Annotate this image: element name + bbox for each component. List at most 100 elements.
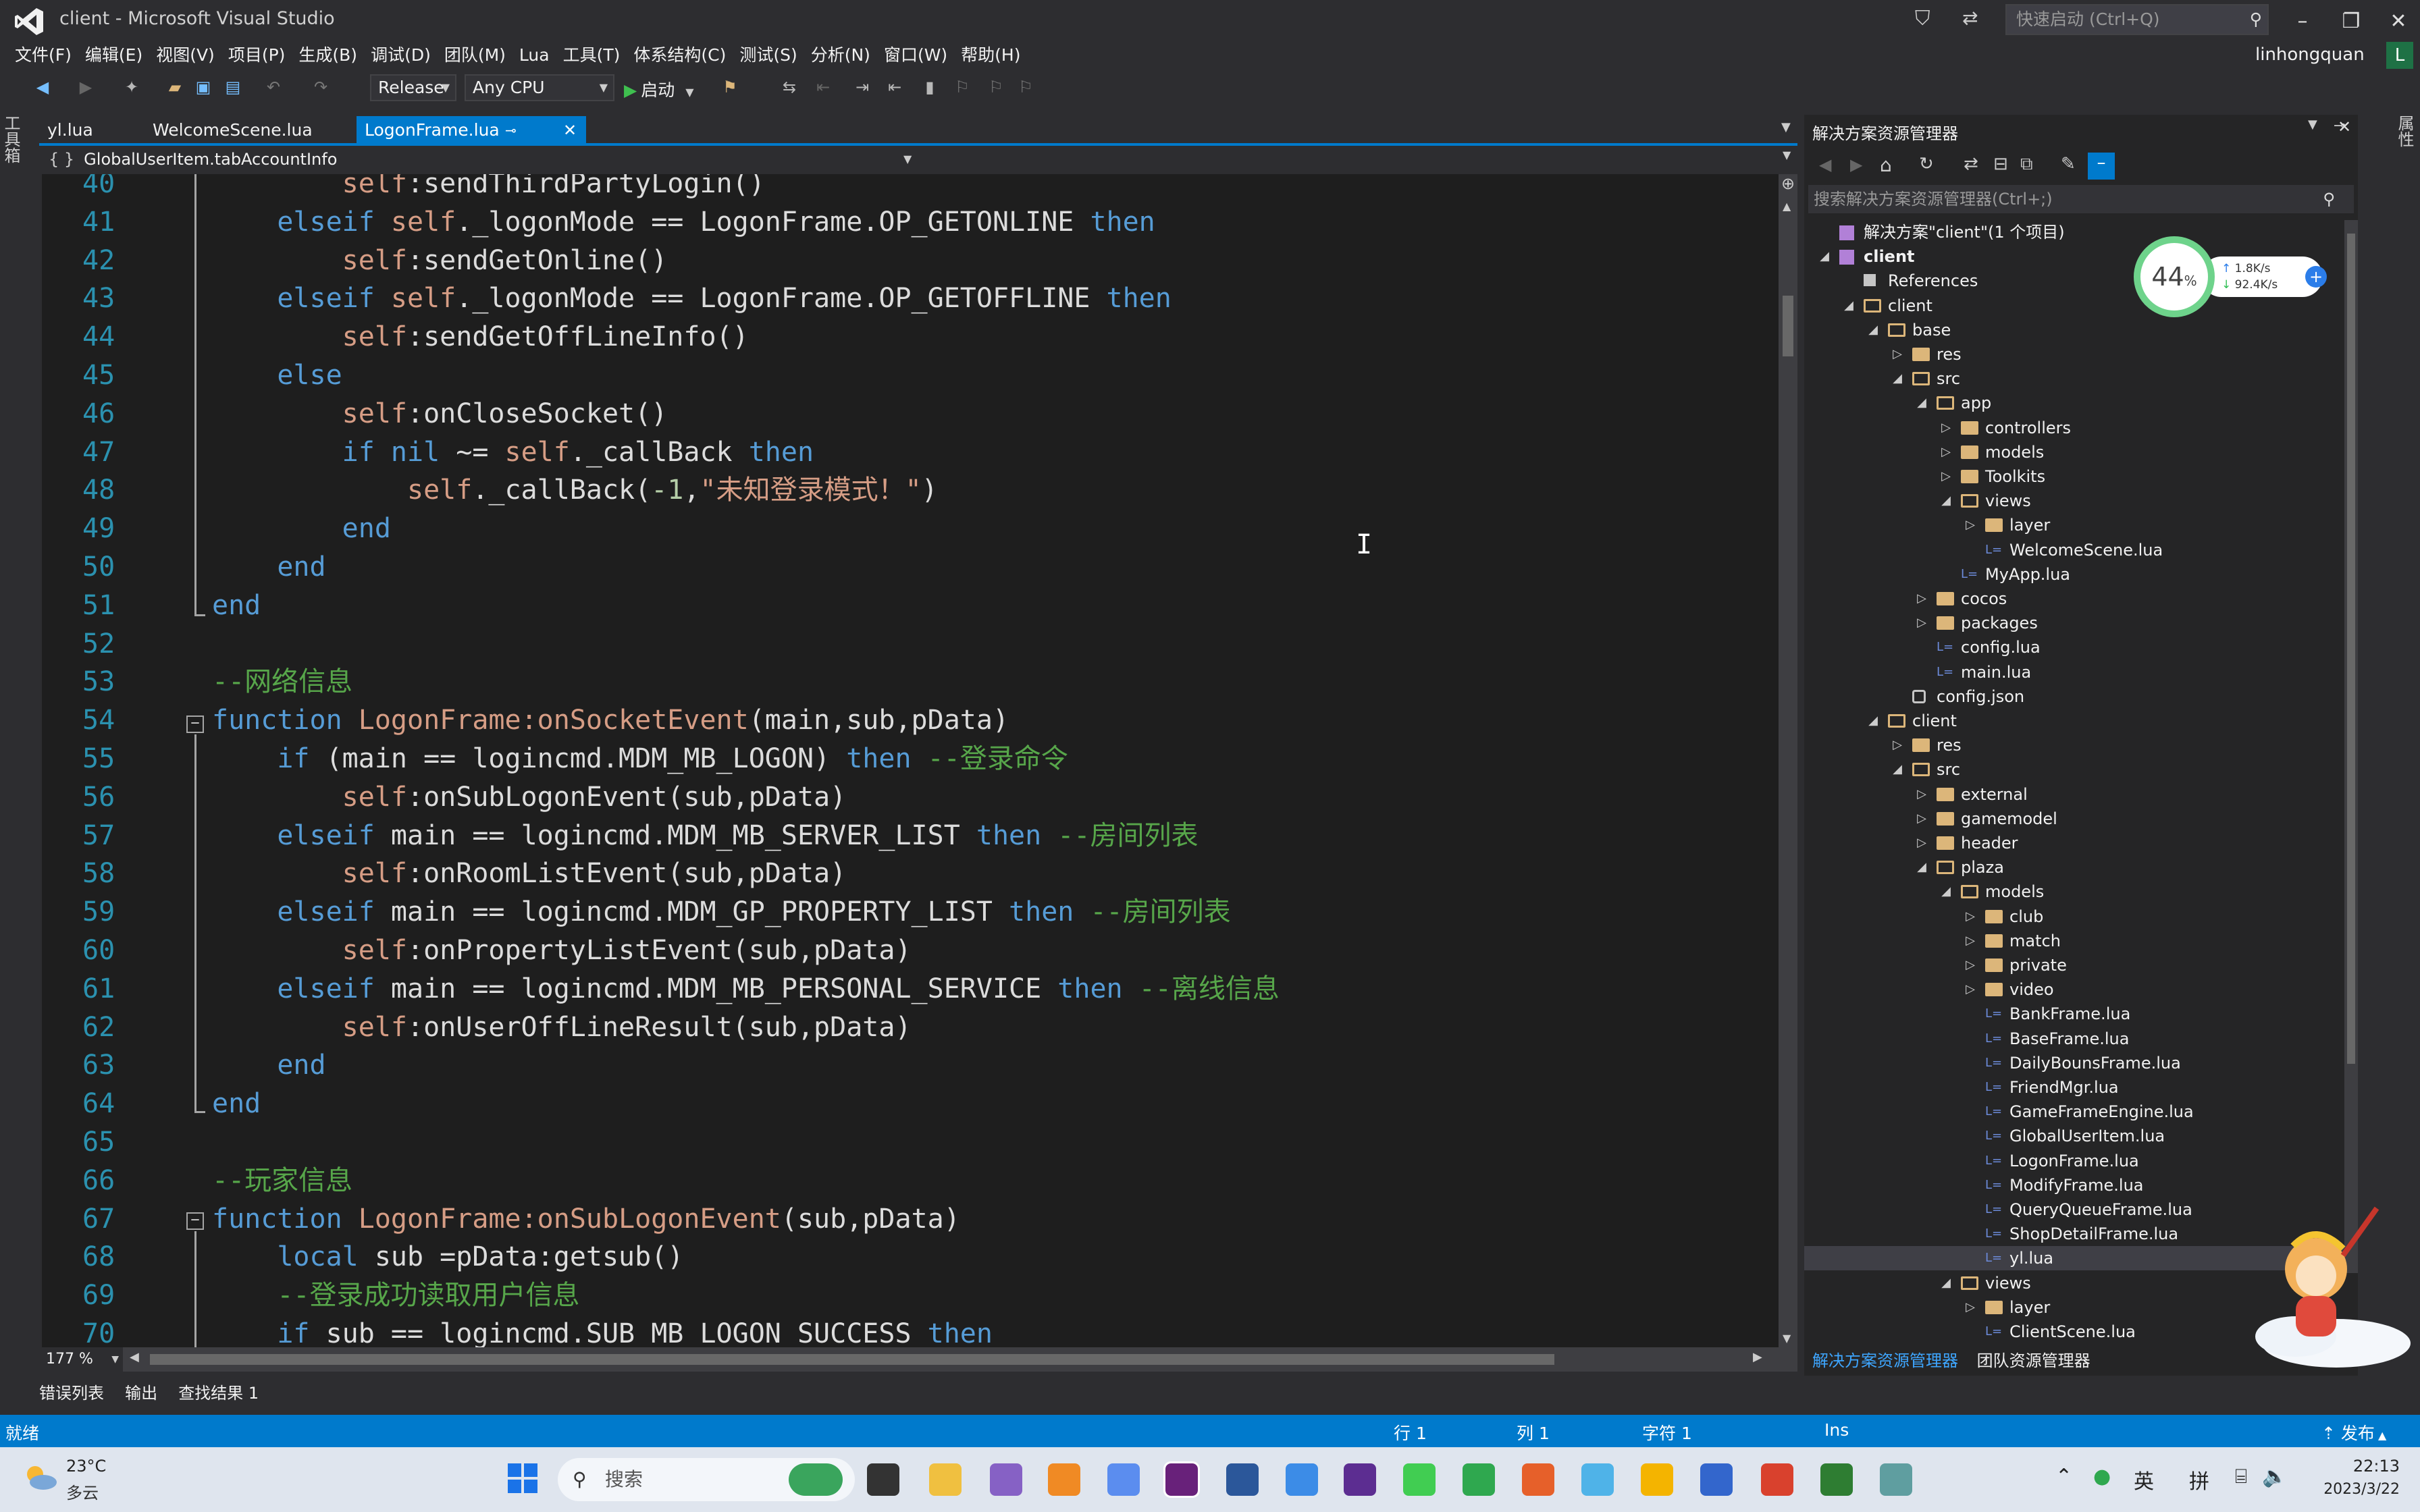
tab-welcome-scene[interactable]: WelcomeScene.lua [144, 116, 388, 144]
scroll-thumb[interactable] [2347, 234, 2355, 1064]
tree-item[interactable]: ▷ res [1804, 342, 2355, 367]
menu-item[interactable]: 帮助(H) [961, 43, 1020, 68]
code-line[interactable]: 67 function LogonFrame:onSubLogonEvent(su… [42, 1200, 1779, 1238]
undo-icon[interactable]: ↶ [263, 77, 284, 97]
tree-item[interactable]: ◢ base [1804, 318, 2355, 342]
expanded-arrow-icon[interactable]: ◢ [1939, 1271, 1953, 1295]
code-line[interactable]: 70 if sub == logincmd.SUB_MB_LOGON_SUCCE… [42, 1315, 1779, 1347]
weather-description[interactable]: 多云 [66, 1480, 99, 1503]
tree-item[interactable]: ▷ header [1804, 831, 2355, 855]
tab-overflow-icon[interactable]: ▼ [1781, 120, 1791, 134]
code-line[interactable]: 55 if (main == logincmd.MDM_MB_LOGON) th… [42, 740, 1779, 778]
tab-yl-lua[interactable]: yl.lua [39, 116, 140, 144]
expanded-arrow-icon[interactable]: ◢ [1866, 709, 1880, 733]
tab-team-explorer[interactable]: 团队资源管理器 [1977, 1351, 2090, 1370]
qt-creator-icon[interactable] [1403, 1463, 1436, 1496]
tab-output[interactable]: 输出 [125, 1384, 157, 1403]
pin-icon[interactable]: ⊸ [505, 116, 517, 144]
open-file-icon[interactable]: ▰ [165, 77, 185, 97]
expanded-arrow-icon[interactable]: ◢ [1915, 391, 1928, 415]
tree-item[interactable]: ◢ plaza [1804, 855, 2355, 880]
start-debug-button[interactable]: ▶ 启动 ▼ [624, 77, 694, 101]
collapse-icon[interactable]: − [186, 1212, 204, 1230]
prev-bookmark-icon[interactable]: ⚐ [952, 77, 972, 97]
tab-solution-explorer[interactable]: 解决方案资源管理器 [1812, 1351, 1958, 1370]
tree-item[interactable]: L= WelcomeScene.lua [1804, 538, 2355, 562]
feedback-icon[interactable]: ⇄ [1962, 7, 1978, 29]
code-line[interactable]: 40 self:sendThirdPartyLogin() [42, 174, 1779, 202]
collapsed-arrow-icon[interactable]: ▷ [1915, 807, 1928, 831]
menu-item[interactable]: 窗口(W) [884, 43, 947, 68]
tree-item[interactable]: ▷ packages [1804, 611, 2355, 635]
tab-logon-frame[interactable]: LogonFrame.lua ⊸ ✕ [357, 116, 586, 144]
app-icon-3[interactable] [1522, 1463, 1554, 1496]
tree-item[interactable]: ▷ private [1804, 953, 2355, 977]
add-icon[interactable]: + [2305, 266, 2327, 288]
configuration-select[interactable]: Release ▼ [370, 74, 456, 101]
code-editor[interactable]: 40 self:sendThirdPartyLogin() 41 elseif s… [42, 174, 1779, 1347]
code-line[interactable]: 54 function LogonFrame:onSocketEvent(main… [42, 701, 1779, 739]
tree-item[interactable]: ▷ cocos [1804, 587, 2355, 611]
tree-item[interactable]: config.json [1804, 684, 2355, 709]
code-line[interactable]: 44 self:sendGetOffLineInfo() [42, 318, 1779, 356]
tree-item[interactable]: ◢ models [1804, 880, 2355, 904]
menu-item[interactable]: 工具(T) [563, 43, 621, 68]
expanded-arrow-icon[interactable]: ◢ [1818, 244, 1831, 269]
expanded-arrow-icon[interactable]: ◢ [1891, 367, 1904, 391]
scroll-up-icon[interactable]: ▲ [1783, 200, 1791, 213]
clock-time[interactable]: 22:13 [2312, 1457, 2400, 1476]
menu-item[interactable]: Lua [519, 43, 550, 68]
find-in-files-icon[interactable]: ⚑ [720, 77, 740, 97]
filter-icon[interactable]: ⛉ [1915, 7, 1930, 30]
start-button[interactable] [506, 1462, 539, 1494]
collapsed-arrow-icon[interactable]: ▷ [1891, 342, 1904, 367]
code-line[interactable]: 50 end [42, 548, 1779, 586]
code-line[interactable]: 60 self:onPropertyListEvent(sub,pData) [42, 932, 1779, 969]
close-panel-icon[interactable]: ✕ [2338, 117, 2351, 136]
expanded-arrow-icon[interactable]: ◢ [1939, 880, 1953, 904]
indent-icon[interactable]: ⇥ [852, 77, 872, 97]
collapse-icon[interactable]: − [186, 716, 204, 733]
tree-item[interactable]: L= ModifyFrame.lua [1804, 1173, 2355, 1197]
tree-item[interactable]: ▷ gamemodel [1804, 807, 2355, 831]
tab-find-results[interactable]: 查找结果 1 [178, 1384, 259, 1403]
properties-icon[interactable]: ✎ [2061, 154, 2076, 174]
save-all-icon[interactable]: ▤ [223, 77, 243, 97]
collapse-all-icon[interactable]: ⊟ [1993, 154, 2008, 174]
chevron-down-icon[interactable]: ▼ [2308, 117, 2317, 132]
expanded-arrow-icon[interactable]: ◢ [1915, 855, 1928, 880]
forward-icon[interactable]: ▶ [1850, 155, 1862, 174]
collapsed-arrow-icon[interactable]: ▷ [1915, 587, 1928, 611]
tree-item[interactable]: ▷ external [1804, 782, 2355, 807]
tree-item[interactable]: ▷ Toolkits [1804, 464, 2355, 489]
editor-vertical-scrollbar[interactable]: ⊕ ▲ ▼ [1779, 174, 1797, 1347]
collapsed-arrow-icon[interactable]: ▷ [1891, 733, 1904, 757]
navigate-icon[interactable]: ⇆ [779, 77, 799, 97]
code-line[interactable]: 42 self:sendGetOnline() [42, 242, 1779, 279]
tree-item[interactable]: ▷ res [1804, 733, 2355, 757]
weather-temperature[interactable]: 23°C [66, 1457, 106, 1476]
redo-icon[interactable]: ↷ [311, 77, 331, 97]
collapsed-arrow-icon[interactable]: ▷ [1964, 953, 1977, 977]
app-icon-6[interactable] [1820, 1463, 1853, 1496]
tree-item[interactable]: ▷ video [1804, 977, 2355, 1002]
tree-item[interactable]: ◢ app [1804, 391, 2355, 415]
network-icon[interactable]: ⌸ [2235, 1465, 2247, 1488]
menu-item[interactable]: 分析(N) [811, 43, 870, 68]
code-line[interactable]: 46 self:onCloseSocket() [42, 395, 1779, 433]
properties-tab[interactable]: 属性 [2393, 115, 2417, 147]
new-project-icon[interactable]: ✦ [122, 77, 142, 97]
menu-item[interactable]: 团队(M) [444, 43, 506, 68]
chevron-down-icon[interactable]: ▼ [1783, 148, 1791, 161]
collapsed-arrow-icon[interactable]: ▷ [1964, 513, 1977, 537]
snipping-tool-icon[interactable] [1286, 1463, 1318, 1496]
tree-item[interactable]: ◢ src [1804, 367, 2355, 391]
tree-item[interactable]: L= DailyBounsFrame.lua [1804, 1051, 2355, 1075]
menu-item[interactable]: 体系结构(C) [633, 43, 726, 68]
tree-item[interactable]: L= config.lua [1804, 635, 2355, 659]
expanded-arrow-icon[interactable]: ◢ [1891, 757, 1904, 782]
code-line[interactable]: 66 --玩家信息 [42, 1162, 1779, 1199]
volume-icon[interactable]: 🔈 [2262, 1465, 2287, 1488]
app-icon-7[interactable] [1880, 1463, 1912, 1496]
ime-mode[interactable]: 拼 [2189, 1465, 2209, 1494]
